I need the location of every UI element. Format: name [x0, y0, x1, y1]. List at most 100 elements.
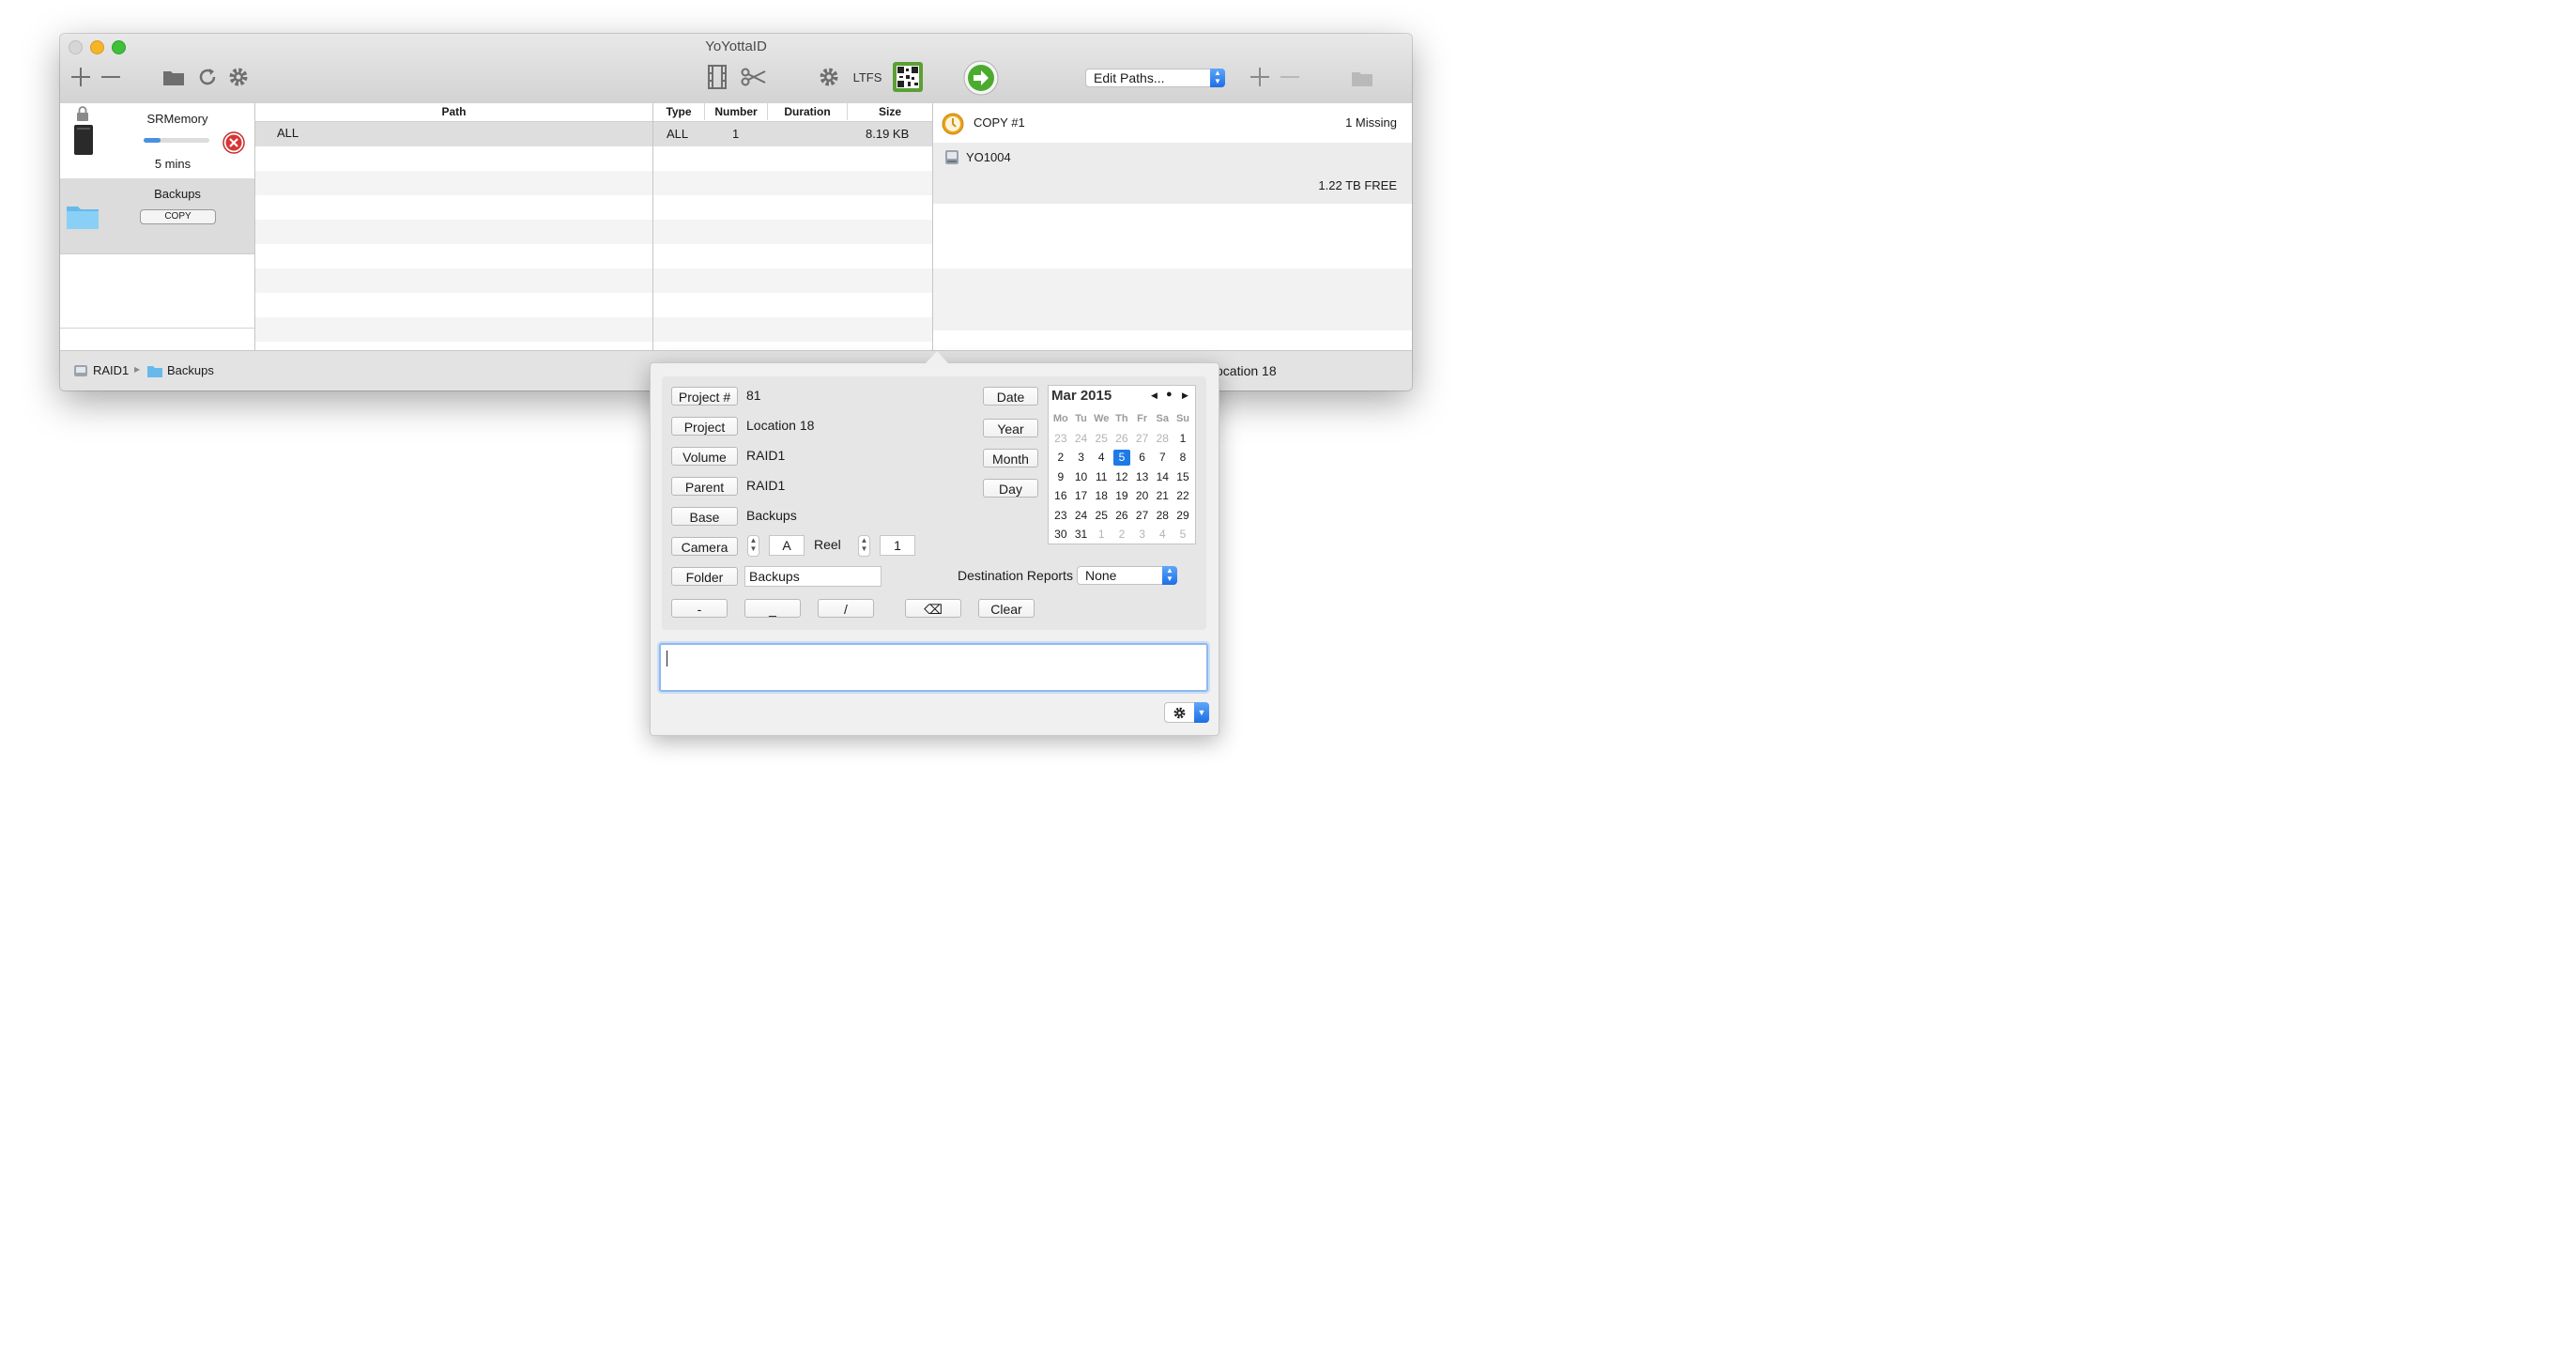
date-button[interactable]: Date [983, 387, 1038, 406]
calendar-day[interactable]: 1 [1173, 429, 1193, 449]
calendar-day[interactable]: 16 [1050, 486, 1071, 506]
breadcrumb-folder[interactable]: Backups [167, 363, 214, 377]
destination-reports-popup[interactable]: None ▲ ▼ [1077, 566, 1177, 585]
ltfs-settings-button[interactable] [817, 65, 841, 89]
calendar-day[interactable]: 23 [1050, 506, 1071, 526]
reel-stepper[interactable]: ▲ ▼ [858, 535, 870, 557]
calendar-day[interactable]: 27 [1132, 429, 1153, 449]
calendar-day[interactable]: 20 [1132, 486, 1153, 506]
camera-button[interactable]: Camera [671, 537, 738, 556]
remove-source-button[interactable] [100, 66, 122, 88]
calendar-day[interactable]: 25 [1091, 429, 1112, 449]
calendar-day[interactable]: 18 [1091, 486, 1112, 506]
calendar-day[interactable]: 26 [1112, 506, 1132, 526]
source-item-srmemory[interactable]: SRMemory 5 mins [60, 103, 254, 179]
film-button[interactable] [706, 65, 728, 89]
underscore-separator-button[interactable]: _ [744, 599, 801, 618]
start-copy-button[interactable] [963, 60, 999, 96]
calendar-day[interactable]: 11 [1091, 467, 1112, 487]
eject-cancel-button[interactable] [222, 131, 245, 154]
camera-field[interactable]: A [769, 535, 805, 556]
clear-button[interactable]: Clear [978, 599, 1035, 618]
year-button[interactable]: Year [983, 419, 1038, 437]
next-month-icon[interactable]: ▶ [1182, 391, 1188, 401]
trim-button[interactable] [740, 67, 768, 87]
calendar-day[interactable]: 10 [1071, 467, 1092, 487]
reel-field[interactable]: 1 [880, 535, 915, 556]
calendar-day[interactable]: 24 [1071, 429, 1092, 449]
folder-field[interactable]: Backups [744, 566, 882, 587]
today-dot-icon[interactable]: ● [1166, 389, 1173, 400]
source-item-backups[interactable]: Backups COPY [60, 178, 254, 254]
table-row[interactable]: ALL 1 8.19 KB [653, 122, 932, 146]
refresh-button[interactable] [195, 65, 220, 89]
calendar-day[interactable]: 27 [1132, 506, 1153, 526]
calendar-day[interactable]: 5 [1173, 525, 1193, 544]
destination-volume-row[interactable]: YO1004 1.22 TB FREE [933, 143, 1412, 204]
table-row[interactable]: ALL [255, 122, 652, 146]
delete-backward-button[interactable]: ⌫ [905, 599, 961, 618]
number-column-header[interactable]: Number [705, 103, 768, 120]
previous-month-icon[interactable]: ◀ [1151, 391, 1158, 401]
calendar-day[interactable]: 28 [1152, 506, 1173, 526]
calendar-day[interactable]: 31 [1071, 525, 1092, 544]
remove-destination-button[interactable] [1279, 66, 1301, 88]
calendar-day[interactable]: 29 [1173, 506, 1193, 526]
base-button[interactable]: Base [671, 507, 738, 526]
calendar-day[interactable]: 17 [1071, 486, 1092, 506]
calendar-day[interactable]: 12 [1112, 467, 1132, 487]
calendar-day[interactable]: 28 [1152, 429, 1173, 449]
calendar-day[interactable]: 3 [1132, 525, 1153, 544]
slash-separator-button[interactable]: / [818, 599, 874, 618]
calendar-day[interactable]: 21 [1152, 486, 1173, 506]
add-source-button[interactable] [69, 66, 92, 88]
month-button[interactable]: Month [983, 449, 1038, 467]
calendar-day[interactable]: 19 [1112, 486, 1132, 506]
path-column-header[interactable]: Path [255, 103, 652, 122]
calendar-day[interactable]: 26 [1112, 429, 1132, 449]
options-popup-button[interactable]: ▼ [1164, 702, 1209, 723]
breadcrumb-volume[interactable]: RAID1 [93, 363, 129, 377]
qr-code-button[interactable] [893, 62, 923, 92]
duration-column-header[interactable]: Duration [768, 103, 848, 120]
day-button[interactable]: Day [983, 479, 1038, 498]
camera-stepper[interactable]: ▲ ▼ [747, 535, 759, 557]
calendar-day[interactable]: 13 [1132, 467, 1153, 487]
plus-icon [71, 68, 90, 86]
calendar-day[interactable]: 4 [1091, 448, 1112, 467]
edit-paths-popup[interactable]: Edit Paths... ▲ ▼ [1085, 69, 1225, 87]
folder-button[interactable]: Folder [671, 567, 738, 586]
calendar-day[interactable]: 3 [1071, 448, 1092, 467]
destination-copy-row[interactable]: COPY #1 1 Missing [933, 103, 1412, 143]
calendar-day[interactable]: 9 [1050, 467, 1071, 487]
type-column-header[interactable]: Type [653, 103, 705, 120]
settings-button[interactable] [226, 65, 251, 89]
calendar-day[interactable]: 7 [1152, 448, 1173, 467]
destination-folder-button[interactable] [1350, 68, 1374, 88]
path-text-input[interactable] [659, 643, 1208, 692]
calendar-day[interactable]: 8 [1173, 448, 1193, 467]
calendar-day[interactable]: 6 [1132, 448, 1153, 467]
volume-button[interactable]: Volume [671, 447, 738, 466]
calendar-day[interactable]: 4 [1152, 525, 1173, 544]
folder-button[interactable] [161, 66, 186, 88]
calendar-day[interactable]: 2 [1112, 525, 1132, 544]
calendar-day[interactable]: 1 [1091, 525, 1112, 544]
project-number-button[interactable]: Project # [671, 387, 738, 406]
calendar-day[interactable]: 15 [1173, 467, 1193, 487]
calendar-day[interactable]: 25 [1091, 506, 1112, 526]
date-picker-calendar[interactable]: Mar 2015 ◀ ● ▶ Mo Tu We Th Fr Sa Su 23 24 25 26 27 2… [1048, 385, 1196, 544]
dash-separator-button[interactable]: - [671, 599, 728, 618]
size-column-header[interactable]: Size [848, 103, 932, 120]
parent-button[interactable]: Parent [671, 477, 738, 496]
card-reader-icon [74, 125, 93, 155]
calendar-day[interactable]: 5 [1112, 448, 1132, 467]
add-destination-button[interactable] [1249, 66, 1271, 88]
calendar-day[interactable]: 14 [1152, 467, 1173, 487]
calendar-day[interactable]: 22 [1173, 486, 1193, 506]
calendar-day[interactable]: 24 [1071, 506, 1092, 526]
calendar-day[interactable]: 2 [1050, 448, 1071, 467]
calendar-day[interactable]: 23 [1050, 429, 1071, 449]
project-button[interactable]: Project [671, 417, 738, 436]
calendar-day[interactable]: 30 [1050, 525, 1071, 544]
